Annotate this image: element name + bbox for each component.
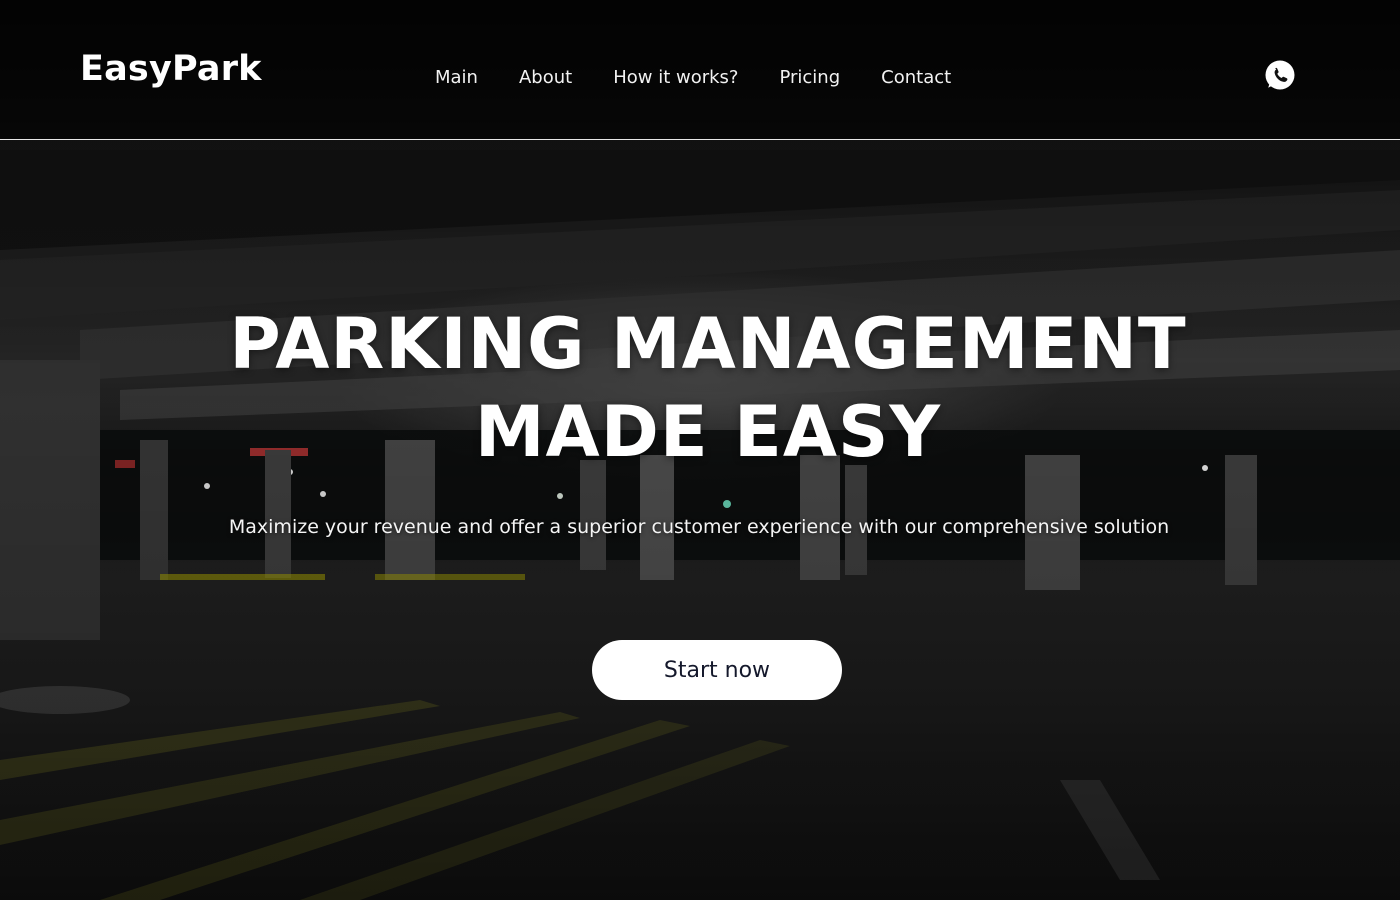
main-nav: Main About How it works? Pricing Contact: [435, 66, 951, 90]
start-now-button[interactable]: Start now: [592, 640, 842, 700]
logo[interactable]: EasyPark: [80, 52, 262, 87]
nav-link-pricing[interactable]: Pricing: [779, 66, 840, 90]
hero-title-line1: PARKING MANAGEMENT: [229, 303, 1187, 385]
hero-title: PARKING MANAGEMENT MADE EASY: [0, 300, 1400, 476]
whatsapp-icon[interactable]: [1264, 59, 1296, 91]
nav-link-about[interactable]: About: [519, 66, 572, 90]
hero-subtitle: Maximize your revenue and offer a superi…: [228, 516, 1170, 538]
site-header: EasyPark Main About How it works? Pricin…: [0, 0, 1400, 140]
landing-page: EasyPark Main About How it works? Pricin…: [0, 0, 1400, 900]
hero-title-line2: MADE EASY: [474, 391, 942, 473]
nav-link-main[interactable]: Main: [435, 66, 478, 90]
nav-link-contact[interactable]: Contact: [881, 66, 951, 90]
nav-link-how-it-works[interactable]: How it works?: [613, 66, 738, 90]
